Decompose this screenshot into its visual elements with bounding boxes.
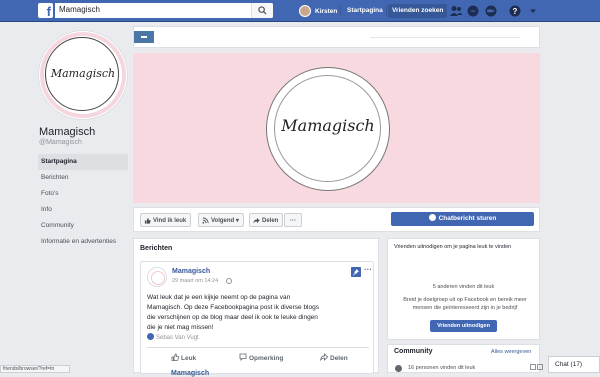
chevron-down-icon: ▾ — [235, 218, 239, 224]
like-page-label: Vind ik leuk — [153, 218, 187, 224]
help-icon[interactable]: ? — [508, 4, 522, 18]
chat-tool-icons[interactable] — [530, 364, 546, 373]
public-globe-icon — [226, 278, 232, 284]
top-navigation-bar: f Mamagisch Kirsten Startpagina Vrienden… — [0, 0, 600, 22]
sidebar-item-community[interactable]: Community — [38, 218, 128, 234]
search-input[interactable]: Mamagisch — [59, 5, 100, 14]
thumbs-up-icon — [144, 217, 151, 224]
see-all-link[interactable]: Alles weergeven — [491, 349, 531, 355]
thumbs-up-icon — [171, 353, 179, 361]
community-heading[interactable]: Community — [394, 348, 433, 355]
invite-heading: Vrienden uitnodigen om je pagina leuk te… — [394, 244, 512, 250]
post-divider — [147, 347, 369, 348]
post-body: Wat leuk dat je een kijkje neemt op de p… — [147, 294, 319, 331]
post-author[interactable]: Mamagisch — [171, 370, 209, 377]
messenger-icon[interactable] — [466, 4, 480, 18]
cover-photo[interactable]: Mamagisch — [133, 53, 540, 203]
post-comment-button[interactable]: Opmerking — [239, 353, 283, 362]
invite-friends-button[interactable]: Vrienden uitnodigen — [430, 320, 497, 332]
chat-tab[interactable]: Chat (17) — [548, 356, 600, 373]
share-page-button[interactable]: Delen — [249, 213, 284, 227]
cover-logo: Mamagisch — [266, 67, 390, 191]
pin-icon[interactable] — [351, 267, 361, 277]
cover-logo-text: Mamagisch — [281, 116, 375, 135]
sidebar-nav: Startpagina Berichten Foto's Info Commun… — [38, 154, 128, 250]
like-reaction-icon — [147, 333, 154, 340]
like-page-button[interactable]: Vind ik leuk — [140, 213, 192, 227]
user-name: Kirsten — [315, 7, 338, 15]
svg-text:?: ? — [513, 7, 518, 16]
comment-icon — [239, 353, 247, 361]
nav-divider — [340, 6, 341, 16]
page-handle[interactable]: @Mamagisch — [39, 139, 82, 146]
profile-logo-text: Mamagisch — [50, 67, 116, 80]
post-likes[interactable]: Sebas Van Vugt — [147, 333, 199, 341]
share-arrow-icon — [253, 217, 260, 224]
post-share-button[interactable]: Delen — [320, 353, 348, 362]
sidebar-item-berichten[interactable]: Berichten — [38, 170, 128, 186]
search-button[interactable] — [251, 3, 273, 18]
follow-button[interactable]: Volgend ▾ — [198, 213, 244, 227]
post-share-label: Delen — [330, 355, 348, 362]
post-more-icon[interactable]: ··· — [364, 265, 372, 274]
post-like-label: Leuk — [181, 355, 197, 362]
facebook-logo-icon[interactable]: f — [38, 3, 53, 18]
post-timestamp[interactable]: 29 maart om 14:24 — [172, 278, 218, 284]
profile-picture[interactable]: Mamagisch — [38, 30, 128, 120]
posts-panel: Berichten Mamagisch 29 maart om 14:24 ··… — [133, 238, 379, 377]
sidebar-item-info[interactable]: Info — [38, 202, 128, 218]
follow-label: Volgend — [211, 218, 235, 224]
community-likes-text[interactable]: 16 personen vinden dit leuk — [408, 365, 475, 371]
people-icon — [395, 365, 402, 372]
messenger-icon — [428, 214, 436, 221]
chevron-down-icon[interactable] — [526, 4, 540, 18]
posts-heading: Berichten — [140, 245, 173, 252]
pinned-post: Mamagisch 29 maart om 14:24 ··· Wat leuk… — [140, 261, 374, 374]
info-banner — [133, 26, 540, 48]
invite-likes-count[interactable]: 5 anderen vinden dit leuk — [388, 284, 539, 290]
share-page-label: Delen — [262, 218, 279, 224]
globe-notifications-icon[interactable] — [484, 4, 498, 18]
profile-link[interactable]: Kirsten — [299, 4, 337, 18]
home-link[interactable]: Startpagina — [343, 4, 387, 18]
status-bar-url: friends/browser/?ref=tn — [0, 365, 70, 373]
find-friends-link[interactable]: Vrienden zoeken — [388, 4, 448, 18]
invite-friends-panel: Vrienden uitnodigen om je pagina leuk te… — [387, 238, 540, 340]
nav-divider — [386, 6, 387, 16]
friend-requests-icon[interactable] — [449, 4, 463, 18]
settings-icon[interactable] — [537, 364, 543, 370]
post-like-button[interactable]: Leuk — [171, 353, 196, 362]
search-icon — [258, 6, 267, 15]
search-field[interactable]: Mamagisch — [55, 3, 273, 18]
invite-description: Breid je doelgroep uit op Facebook en be… — [403, 297, 527, 311]
sidebar-item-fotos[interactable]: Foto's — [38, 186, 128, 202]
edit-icon[interactable] — [530, 364, 536, 370]
post-avatar[interactable] — [147, 267, 167, 287]
banner-tag-icon — [134, 31, 154, 43]
share-arrow-icon — [320, 353, 328, 361]
avatar — [299, 5, 311, 17]
banner-faded-text — [370, 37, 520, 38]
rss-icon — [202, 217, 209, 224]
liked-by-name[interactable]: Sebas Van Vugt — [156, 335, 199, 341]
community-panel: Community Alles weergeven 16 personen vi… — [387, 344, 540, 373]
sidebar-item-startpagina[interactable]: Startpagina — [38, 154, 128, 170]
sidebar-item-ads-info[interactable]: Informatie en advertenties — [38, 234, 128, 250]
post-comment-label: Opmerking — [249, 355, 284, 362]
send-message-label: Chatbericht sturen — [438, 215, 497, 222]
page-title[interactable]: Mamagisch — [39, 126, 95, 138]
more-options-button[interactable]: ··· — [284, 213, 302, 227]
send-message-button[interactable]: Chatbericht sturen — [391, 212, 534, 226]
post-author[interactable]: Mamagisch — [172, 268, 210, 275]
